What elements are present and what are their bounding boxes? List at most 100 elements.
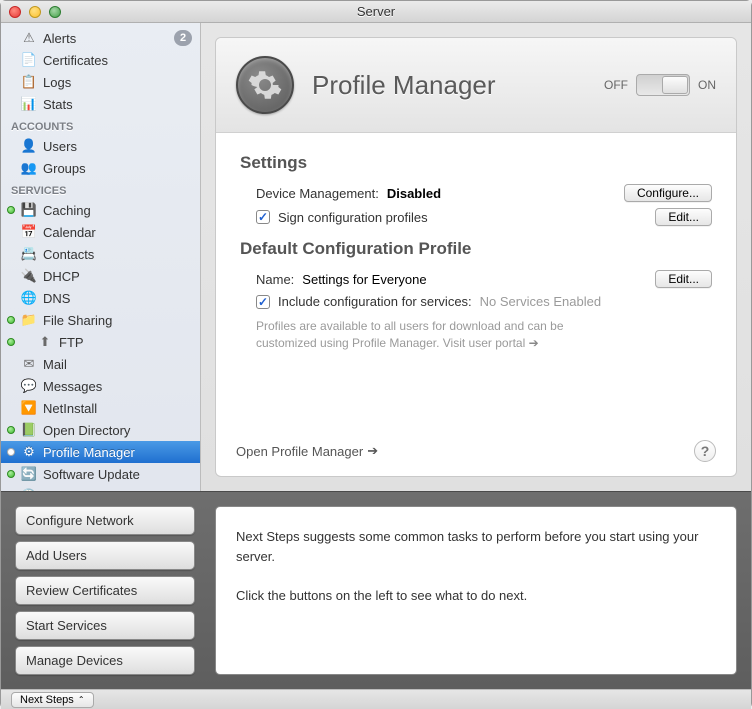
configure-network-button[interactable]: Configure Network bbox=[15, 506, 195, 535]
status-dot bbox=[7, 426, 15, 434]
open-profile-manager-link[interactable]: Open Profile Manager ➔ bbox=[236, 443, 378, 459]
edit-sign-button[interactable]: Edit... bbox=[655, 208, 712, 226]
od-icon: 📗 bbox=[21, 422, 37, 438]
status-dot bbox=[7, 316, 15, 324]
service-toggle[interactable] bbox=[636, 74, 690, 96]
sidebar: ⚠ Alerts 2 📄 Certificates 📋 Logs 📊 Stats… bbox=[1, 23, 201, 491]
sidebar-label: Calendar bbox=[43, 225, 96, 240]
next-steps-panel: Configure Network Add Users Review Certifi… bbox=[1, 491, 751, 689]
sidebar-item-messages[interactable]: 💬Messages bbox=[1, 375, 200, 397]
sidebar-item-dhcp[interactable]: 🔌 DHCP bbox=[1, 265, 200, 287]
device-management-value: Disabled bbox=[387, 186, 441, 201]
sidebar-item-calendar[interactable]: 📅Calendar bbox=[1, 221, 200, 243]
stats-icon: 📊 bbox=[21, 96, 37, 112]
arrow-icon: ➔ bbox=[529, 336, 539, 350]
start-services-button[interactable]: Start Services bbox=[15, 611, 195, 640]
sidebar-group-accounts: ACCOUNTS bbox=[1, 115, 200, 135]
zoom-window-button[interactable] bbox=[49, 6, 61, 18]
sidebar-label: File Sharing bbox=[43, 313, 112, 328]
swupdate-icon: 🔄 bbox=[21, 466, 37, 482]
close-window-button[interactable] bbox=[9, 6, 21, 18]
contacts-icon: 📇 bbox=[21, 246, 37, 262]
sidebar-item-alerts[interactable]: ⚠ Alerts 2 bbox=[1, 27, 200, 49]
sidebar-label: NetInstall bbox=[43, 401, 97, 416]
default-profile-heading: Default Configuration Profile bbox=[240, 239, 712, 259]
sidebar-label: Groups bbox=[43, 161, 86, 176]
sidebar-item-netinstall[interactable]: 🔽 NetInstall bbox=[1, 397, 200, 419]
configure-button[interactable]: Configure... bbox=[624, 184, 712, 202]
sidebar-item-ftp[interactable]: ⬆ FTP bbox=[1, 331, 200, 353]
sidebar-item-time-machine[interactable]: 🕒 Time Machine bbox=[1, 485, 200, 491]
group-icon: 👥 bbox=[21, 160, 37, 176]
sidebar-item-caching[interactable]: 💾 Caching bbox=[1, 199, 200, 221]
next-steps-text: Next Steps suggests some common tasks to… bbox=[215, 506, 737, 675]
profile-manager-icon bbox=[236, 56, 294, 114]
sidebar-group-services: SERVICES bbox=[1, 179, 200, 199]
sidebar-item-stats[interactable]: 📊 Stats bbox=[1, 93, 200, 115]
sidebar-item-software-update[interactable]: 🔄Software Update bbox=[1, 463, 200, 485]
sidebar-label: Contacts bbox=[43, 247, 94, 262]
profile-name-label: Name: bbox=[256, 272, 294, 287]
certificate-icon: 📄 bbox=[21, 52, 37, 68]
include-services-checkbox[interactable] bbox=[256, 295, 270, 309]
tm-icon: 🕒 bbox=[21, 488, 37, 491]
profile-name-value: Settings for Everyone bbox=[302, 272, 426, 287]
caution-icon: ⚠ bbox=[21, 30, 37, 46]
sidebar-label: Profile Manager bbox=[43, 445, 135, 460]
panel-header: Profile Manager OFF ON bbox=[216, 38, 736, 133]
user-icon: 👤 bbox=[21, 138, 37, 154]
arrow-icon: ➔ bbox=[367, 443, 378, 459]
switch-off-label: OFF bbox=[604, 78, 628, 92]
review-certificates-button[interactable]: Review Certificates bbox=[15, 576, 195, 605]
sidebar-item-file-sharing[interactable]: 📁 File Sharing bbox=[1, 309, 200, 331]
profile-icon: ⚙ bbox=[21, 444, 37, 460]
status-dot bbox=[7, 338, 15, 346]
sidebar-item-groups[interactable]: 👥 Groups bbox=[1, 157, 200, 179]
manage-devices-button[interactable]: Manage Devices bbox=[15, 646, 195, 675]
status-dot bbox=[7, 206, 15, 214]
sidebar-item-logs[interactable]: 📋 Logs bbox=[1, 71, 200, 93]
minimize-window-button[interactable] bbox=[29, 6, 41, 18]
chevron-up-icon: ⌃ bbox=[78, 695, 85, 704]
sidebar-label: Caching bbox=[43, 203, 91, 218]
sidebar-label: DHCP bbox=[43, 269, 80, 284]
netinstall-icon: 🔽 bbox=[21, 400, 37, 416]
help-button[interactable]: ? bbox=[694, 440, 716, 462]
dns-icon: 🌐 bbox=[21, 290, 37, 306]
include-services-value: No Services Enabled bbox=[480, 294, 601, 309]
ftp-icon: ⬆ bbox=[37, 334, 53, 350]
sidebar-item-users[interactable]: 👤 Users bbox=[1, 135, 200, 157]
sidebar-label: Mail bbox=[43, 357, 67, 372]
sidebar-item-certificates[interactable]: 📄 Certificates bbox=[1, 49, 200, 71]
main-panel: Profile Manager OFF ON Settings Device M… bbox=[215, 37, 737, 477]
status-dot bbox=[7, 448, 15, 456]
settings-heading: Settings bbox=[240, 153, 712, 173]
panel-title: Profile Manager bbox=[312, 70, 586, 101]
sidebar-label: Certificates bbox=[43, 53, 108, 68]
sidebar-item-contacts[interactable]: 📇 Contacts bbox=[1, 243, 200, 265]
caching-icon: 💾 bbox=[21, 202, 37, 218]
include-services-label: Include configuration for services: bbox=[278, 294, 472, 309]
sidebar-label: DNS bbox=[43, 291, 70, 306]
alerts-badge: 2 bbox=[174, 30, 192, 46]
edit-profile-button[interactable]: Edit... bbox=[655, 270, 712, 288]
sidebar-label: Time Machine bbox=[43, 489, 124, 492]
sidebar-item-dns[interactable]: 🌐 DNS bbox=[1, 287, 200, 309]
logs-icon: 📋 bbox=[21, 74, 37, 90]
device-management-label: Device Management: bbox=[256, 186, 379, 201]
dhcp-icon: 🔌 bbox=[21, 268, 37, 284]
next-steps-toggle[interactable]: Next Steps ⌃ bbox=[11, 692, 94, 708]
sidebar-label: Open Directory bbox=[43, 423, 130, 438]
sidebar-label: Alerts bbox=[43, 31, 76, 46]
window-title: Server bbox=[1, 4, 751, 19]
status-dot bbox=[7, 470, 15, 478]
mail-icon: ✉ bbox=[21, 356, 37, 372]
sign-profiles-checkbox[interactable] bbox=[256, 210, 270, 224]
sidebar-item-profile-manager[interactable]: ⚙ Profile Manager bbox=[1, 441, 200, 463]
sidebar-label: FTP bbox=[59, 335, 84, 350]
add-users-button[interactable]: Add Users bbox=[15, 541, 195, 570]
sidebar-item-mail[interactable]: ✉ Mail bbox=[1, 353, 200, 375]
fileshare-icon: 📁 bbox=[21, 312, 37, 328]
sidebar-item-open-directory[interactable]: 📗 Open Directory bbox=[1, 419, 200, 441]
switch-on-label: ON bbox=[698, 78, 716, 92]
